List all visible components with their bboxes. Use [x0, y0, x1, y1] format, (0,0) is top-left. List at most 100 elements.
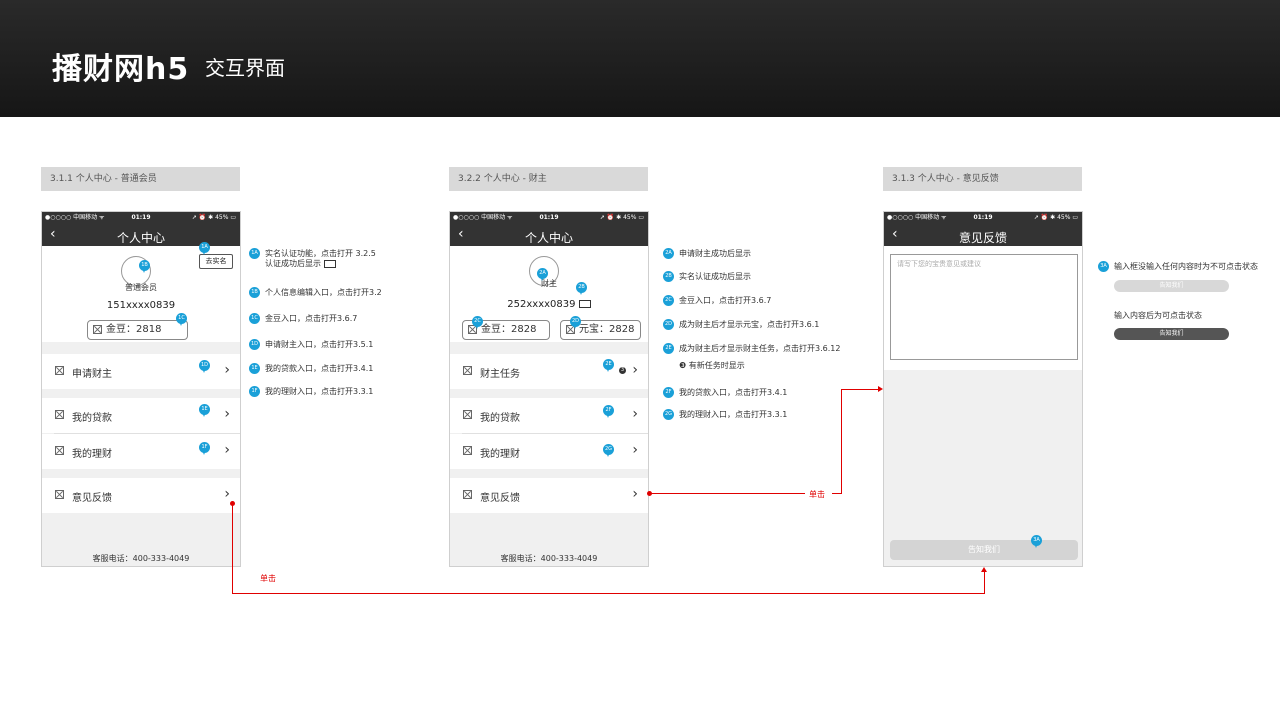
section-label-3: 3.1.3 个人中心 - 意见反馈 — [883, 167, 1082, 191]
phone-screen-owner: ●○○○○ 中国移动 ᯤ 01:19 ➚ ⏰ ✱ 45% ▭ ‹ 个人中心 财主… — [449, 211, 649, 567]
phone-number: 151xxxx0839 — [106, 300, 176, 311]
note-badge: 2D — [663, 319, 674, 330]
row-label: 财主任务 — [480, 369, 520, 380]
image-placeholder-icon — [55, 446, 64, 455]
pin-marker: 2A — [537, 268, 548, 281]
connector-line — [841, 389, 842, 494]
row-my-finance[interactable]: 我的理财 › — [42, 434, 240, 469]
note-badge: 2E — [663, 343, 674, 354]
image-placeholder-icon — [463, 410, 472, 419]
nav-title: 意见反馈 — [958, 231, 1007, 245]
image-placeholder-icon — [55, 490, 64, 499]
row-label: 意见反馈 — [72, 493, 112, 504]
realname-button[interactable]: 去实名 — [199, 254, 233, 269]
submit-feedback-button[interactable]: 告知我们 — [890, 540, 1078, 560]
row-apply-owner[interactable]: 申请财主 › — [42, 354, 240, 389]
note-text: 申请财主成功后显示 — [679, 249, 751, 258]
battery-text: ➚ ⏰ ✱ 45% ▭ — [191, 214, 236, 221]
chevron-right-icon: › — [632, 442, 638, 458]
hotline-text: 客服电话：400-333-4049 — [92, 554, 190, 563]
note-text: 我的贷款入口，点击打开3.4.1 — [679, 388, 788, 397]
gold-coin-label: 金豆：2828 — [481, 324, 537, 335]
note-badge: 2G — [663, 409, 674, 420]
note-text: 申请财主入口，点击打开3.5.1 — [265, 340, 374, 349]
page-title: 播财网h5 — [52, 52, 190, 87]
connector-line — [232, 593, 985, 594]
row-my-loans[interactable]: 我的贷款 › — [42, 398, 240, 433]
image-placeholder-icon — [463, 366, 472, 375]
chevron-right-icon: › — [632, 406, 638, 422]
pin-marker: 3A — [1031, 535, 1042, 548]
disabled-button-sample: 告知我们 — [1114, 280, 1229, 292]
feedback-textarea[interactable]: 请写下您的宝贵意见或建议 — [890, 254, 1078, 360]
yuanbao-label: 元宝：2828 — [579, 324, 635, 335]
pin-marker: 1D — [199, 360, 210, 373]
chevron-right-icon: › — [224, 442, 230, 458]
connector-line — [984, 571, 985, 594]
note-badge: 1B — [249, 287, 260, 298]
note-text: 成为财主后才显示财主任务，点击打开3.6.12 — [679, 344, 841, 353]
note-badge: 1C — [249, 313, 260, 324]
nav-title: 个人中心 — [524, 231, 573, 245]
note-text: 我的贷款入口，点击打开3.4.1 — [265, 364, 374, 373]
note-badge: 2F — [663, 387, 674, 398]
nav-bar: ‹ 意见反馈 — [884, 223, 1082, 246]
note-badge: 1D — [249, 339, 260, 350]
id-card-icon — [323, 259, 336, 268]
chevron-right-icon: › — [224, 486, 230, 502]
member-type: 普通会员 — [125, 283, 157, 292]
row-label: 意见反馈 — [480, 493, 520, 504]
row-feedback[interactable]: 意见反馈 › — [450, 478, 648, 513]
note-text: 输入框没输入任何内容时为不可点击状态 — [1114, 262, 1258, 271]
chevron-right-icon: › — [224, 406, 230, 422]
connector-line — [841, 389, 879, 390]
note-badge: 2A — [663, 248, 674, 259]
note-badge: 1A — [249, 248, 260, 259]
pin-marker: 2G — [603, 444, 614, 457]
note-badge: 1F — [249, 386, 260, 397]
page-subtitle: 交互界面 — [205, 56, 285, 80]
section-label-2: 3.2.2 个人中心 - 财主 — [449, 167, 648, 191]
click-label: 单击 — [809, 490, 825, 499]
note-text: 实名认证成功后显示 — [679, 272, 751, 281]
pin-marker: 1C — [176, 313, 187, 326]
note-text-2: 认证成功后显示 — [265, 258, 336, 269]
id-card-icon — [578, 300, 591, 308]
chevron-right-icon: › — [632, 362, 638, 378]
arrow-right-icon — [878, 386, 883, 392]
pin-marker: 2F — [603, 405, 614, 418]
image-placeholder-icon — [93, 325, 102, 334]
nav-bar: ‹ 个人中心 — [42, 223, 240, 246]
click-label: 单击 — [260, 574, 276, 583]
note-text: 金豆入口，点击打开3.6.7 — [265, 314, 358, 323]
gold-coin-button[interactable]: 金豆：2818 — [87, 320, 188, 340]
connector-line — [232, 503, 233, 594]
nav-bar: ‹ 个人中心 — [450, 223, 648, 246]
row-label: 申请财主 — [72, 369, 112, 380]
row-owner-task[interactable]: 财主任务 3 › — [450, 354, 648, 389]
note-text: 我的理财入口，点击打开3.3.1 — [679, 410, 788, 419]
status-bar: ●○○○○ 中国移动 ᯤ 01:19 ➚ ⏰ ✱ 45% ▭ — [450, 212, 648, 223]
row-label: 我的理财 — [480, 449, 520, 460]
gold-coin-label: 金豆：2818 — [106, 324, 162, 335]
pin-marker: 1B — [139, 260, 150, 273]
note-text: 成为财主后才显示元宝，点击打开3.6.1 — [679, 320, 820, 329]
pin-marker: 2C — [472, 316, 483, 329]
note-badge: 1E — [249, 363, 260, 374]
new-task-badge: 3 — [619, 367, 626, 374]
row-feedback[interactable]: 意见反馈 › — [42, 478, 240, 513]
pin-marker: 1A — [199, 242, 210, 255]
note-text: 输入内容后为可点击状态 — [1114, 311, 1202, 320]
battery-text: ➚ ⏰ ✱ 45% ▭ — [599, 214, 644, 221]
pin-marker: 1F — [199, 442, 210, 455]
status-bar: ●○○○○ 中国移动 ᯤ 01:19 ➚ ⏰ ✱ 45% ▭ — [884, 212, 1082, 223]
nav-title: 个人中心 — [116, 231, 165, 245]
pin-marker: 2D — [570, 316, 581, 329]
row-my-finance[interactable]: 我的理财 › — [450, 434, 648, 469]
row-my-loans[interactable]: 我的贷款 › — [450, 398, 648, 433]
section-label-1: 3.1.1 个人中心 - 普通会员 — [41, 167, 240, 191]
note-badge: 2B — [663, 271, 674, 282]
chevron-right-icon: › — [632, 486, 638, 502]
arrow-up-icon — [981, 567, 987, 572]
pin-marker: 2B — [576, 282, 587, 295]
